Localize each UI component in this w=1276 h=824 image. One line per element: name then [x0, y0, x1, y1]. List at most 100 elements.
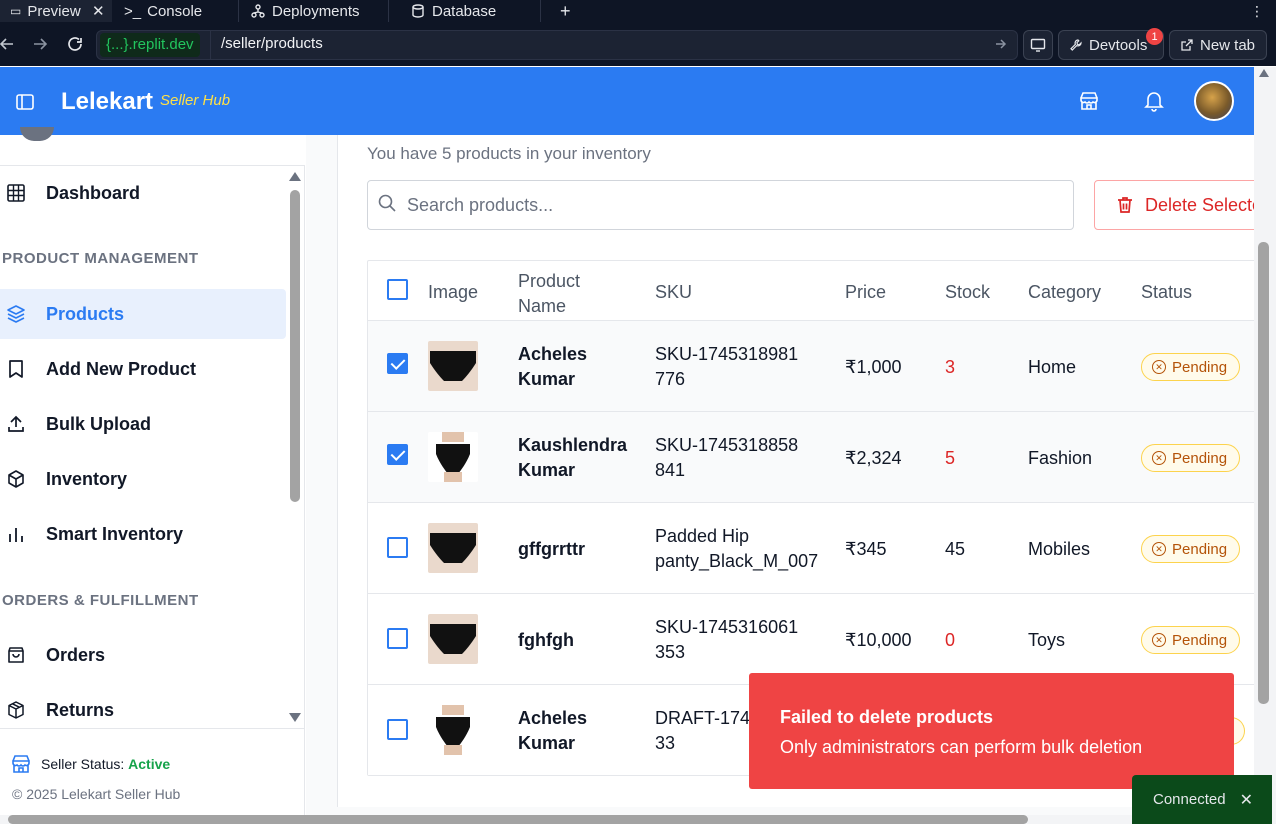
- column-header-stock[interactable]: Stock: [945, 282, 990, 303]
- product-name[interactable]: Acheles Kumar: [518, 706, 628, 756]
- notification-bell-icon[interactable]: [1141, 88, 1167, 114]
- sidebar-item-products[interactable]: Products: [0, 289, 286, 339]
- product-thumbnail: [428, 523, 478, 573]
- row-checkbox[interactable]: [387, 628, 408, 649]
- column-header-category[interactable]: Category: [1028, 282, 1101, 303]
- sidebar-item-inventory[interactable]: Inventory: [0, 454, 286, 504]
- product-category: Mobiles: [1028, 539, 1091, 559]
- back-arrow-icon[interactable]: [0, 33, 18, 55]
- more-options-icon[interactable]: ⋮: [1240, 0, 1274, 22]
- product-category: Home: [1028, 357, 1077, 377]
- table-row[interactable]: [368, 320, 1254, 411]
- x-circle-icon: ✕: [1152, 542, 1166, 556]
- product-name[interactable]: Acheles Kumar: [518, 342, 628, 392]
- row-checkbox[interactable]: [387, 444, 408, 465]
- product-thumbnail: [428, 341, 478, 391]
- section-title-orders: ORDERS & FULFILLMENT: [2, 592, 199, 609]
- sidebar-item-label: Orders: [46, 644, 106, 665]
- search-input[interactable]: [407, 193, 1047, 217]
- scroll-up-arrow-icon[interactable]: [1259, 69, 1269, 77]
- page-horizontal-scroll-thumb[interactable]: [8, 815, 1028, 824]
- tab-deployments[interactable]: Deployments: [240, 0, 370, 22]
- product-name[interactable]: Kaushlendra Kumar: [518, 433, 628, 483]
- product-stock: 5: [945, 448, 956, 468]
- store-icon[interactable]: [1076, 88, 1102, 114]
- product-price: ₹345: [845, 539, 887, 559]
- product-sku: SKU-1745316061353: [655, 617, 799, 662]
- sidebar-toggle-icon[interactable]: [12, 89, 38, 115]
- tab-label: Console: [147, 2, 203, 20]
- sidebar-item-orders[interactable]: Orders: [0, 630, 286, 680]
- column-header-image: Image: [428, 282, 479, 302]
- close-tab-icon[interactable]: ✕: [92, 2, 105, 20]
- sidebar-item-smart-inventory[interactable]: Smart Inventory: [0, 509, 286, 559]
- tab-console[interactable]: >_ Console: [114, 0, 212, 22]
- tab-preview[interactable]: ▭ Preview ✕: [0, 0, 112, 22]
- url-path[interactable]: /seller/products: [221, 35, 323, 52]
- upload-icon: [5, 413, 27, 435]
- sidebar-item-dashboard[interactable]: Dashboard: [0, 168, 286, 218]
- column-header-status[interactable]: Status: [1141, 282, 1192, 303]
- shopping-bag-icon: [5, 644, 27, 666]
- product-category: Fashion: [1028, 448, 1093, 468]
- copyright: © 2025 Lelekart Seller Hub: [12, 786, 181, 802]
- section-title-product-management: PRODUCT MANAGEMENT: [2, 250, 199, 267]
- device-preview-button[interactable]: [1023, 30, 1053, 60]
- devtools-badge: 1: [1146, 28, 1163, 45]
- bookmark-icon: [5, 358, 27, 380]
- profile-avatar: [20, 127, 54, 141]
- console-icon: >_: [124, 2, 142, 20]
- close-icon[interactable]: ✕: [1240, 790, 1253, 810]
- product-thumbnail: [428, 614, 478, 664]
- product-price: ₹2,324: [845, 448, 902, 468]
- error-toast: [749, 673, 1234, 789]
- scroll-down-arrow-icon[interactable]: [289, 713, 301, 722]
- column-header-price[interactable]: Price: [845, 282, 886, 303]
- status-badge-label: Pending: [1172, 540, 1228, 558]
- sidebar-item-label: Products: [46, 303, 125, 324]
- sidebar-scroll-thumb[interactable]: [290, 190, 300, 502]
- status-badge: ✕ Pending: [1141, 626, 1241, 654]
- layers-icon: [5, 303, 27, 325]
- brand-subtitle: Seller Hub: [160, 92, 231, 109]
- page-scroll-thumb[interactable]: [1258, 242, 1269, 704]
- seller-status-label: Seller Status:: [41, 756, 125, 772]
- boxes-icon: [5, 699, 27, 721]
- row-checkbox[interactable]: [387, 353, 408, 374]
- row-checkbox[interactable]: [387, 719, 408, 740]
- sidebar-item-add-new-product[interactable]: Add New Product: [0, 344, 286, 394]
- box-icon: [5, 468, 27, 490]
- row-checkbox[interactable]: [387, 537, 408, 558]
- product-thumbnail: [428, 432, 478, 482]
- new-tab-button[interactable]: New tab: [1169, 30, 1267, 60]
- url-host: {...}.replit.dev: [100, 33, 200, 57]
- table-row[interactable]: [368, 411, 1254, 502]
- select-all-checkbox[interactable]: [387, 279, 408, 300]
- new-tab-plus-icon[interactable]: +: [550, 0, 581, 22]
- status-badge-label: Pending: [1172, 449, 1228, 467]
- product-sku: Padded Hip panty_Black_M_007: [655, 526, 819, 571]
- forward-arrow-icon[interactable]: [29, 33, 51, 55]
- status-badge-label: Pending: [1172, 358, 1228, 376]
- tab-database[interactable]: Database: [400, 0, 506, 22]
- reload-icon[interactable]: [64, 33, 86, 55]
- column-header-sku[interactable]: SKU: [655, 282, 692, 303]
- search-icon: [378, 194, 396, 212]
- column-header-product-name[interactable]: Product Name: [518, 269, 598, 319]
- store-status-icon: [10, 753, 32, 775]
- product-category: Toys: [1028, 630, 1066, 650]
- product-stock: 0: [945, 630, 956, 650]
- tab-label: Database: [432, 2, 497, 20]
- table-row[interactable]: [368, 593, 1254, 684]
- brand-logo[interactable]: Lelekart: [61, 88, 153, 116]
- product-name[interactable]: fghfgh: [518, 628, 574, 653]
- scroll-up-arrow-icon[interactable]: [289, 172, 301, 181]
- go-arrow-icon[interactable]: [990, 33, 1012, 55]
- user-avatar[interactable]: [1194, 81, 1234, 121]
- x-circle-icon: ✕: [1152, 633, 1166, 647]
- delete-selected-button[interactable]: Delete Selected: [1094, 180, 1274, 230]
- product-stock: 45: [945, 539, 966, 559]
- product-name[interactable]: gffgrrttr: [518, 537, 585, 562]
- sidebar-item-bulk-upload[interactable]: Bulk Upload: [0, 399, 286, 449]
- bar-chart-icon: [5, 523, 27, 545]
